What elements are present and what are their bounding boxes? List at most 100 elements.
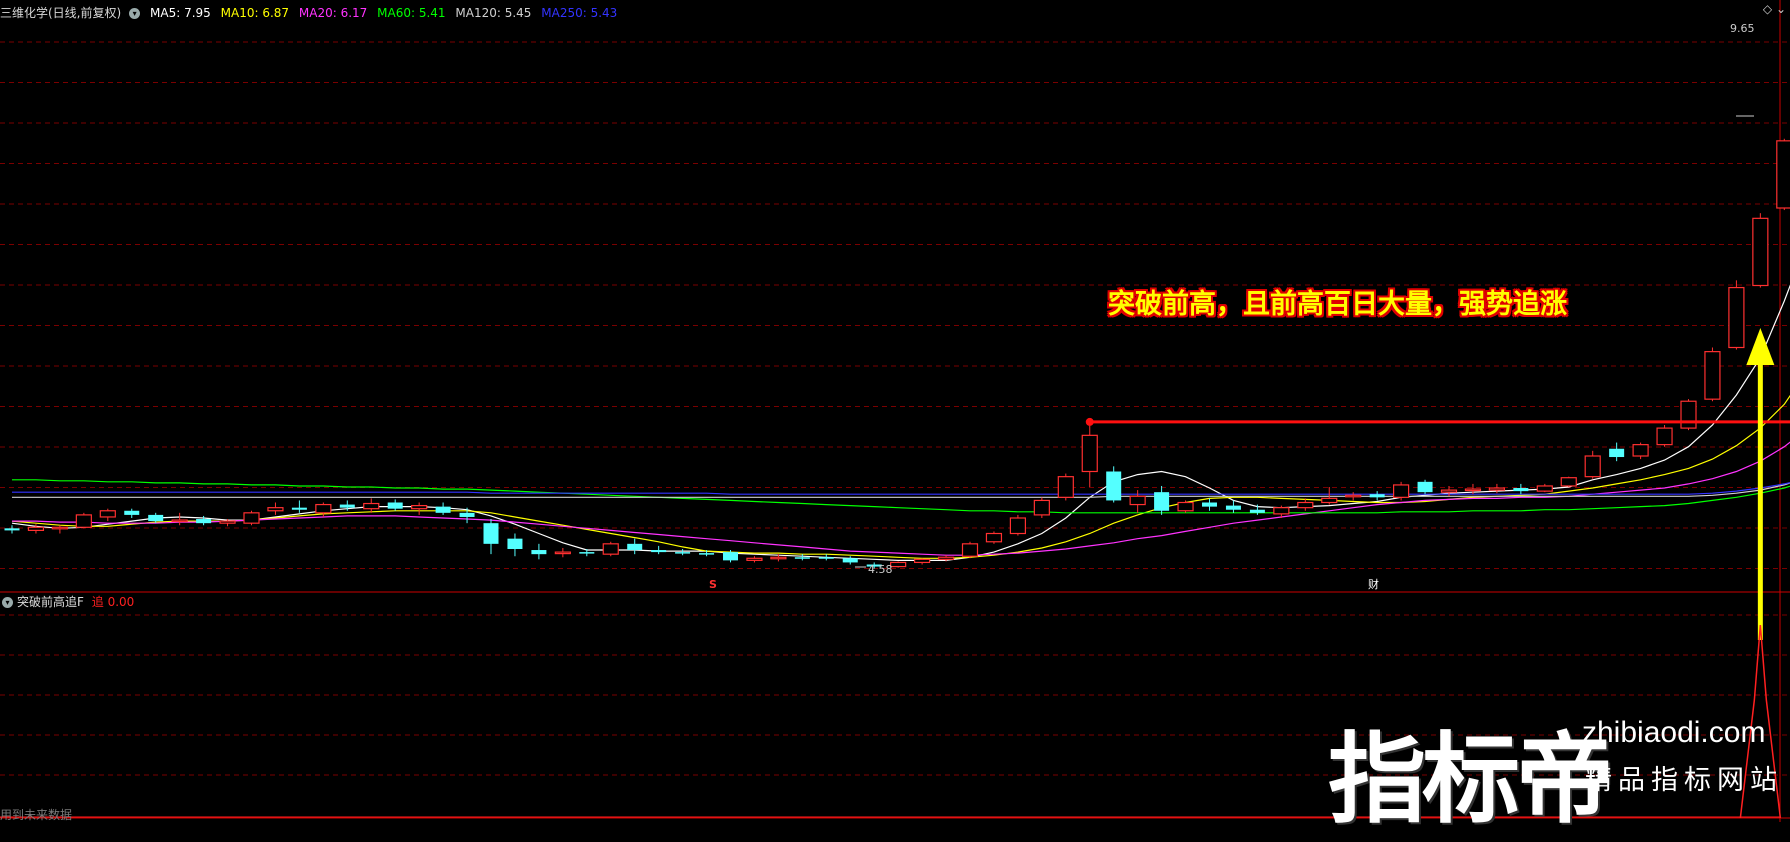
candle-body	[1609, 449, 1624, 457]
indicator-series-label: 追	[92, 595, 104, 609]
chevron-down-icon[interactable]: ⌄	[1776, 2, 1786, 16]
s-marker: S	[709, 578, 717, 591]
candle-body	[1010, 518, 1025, 534]
prior-high-start-dot	[1086, 418, 1094, 426]
candle-body	[28, 527, 43, 530]
candle-body	[148, 515, 163, 521]
candle-body	[76, 515, 91, 527]
candle-body	[1322, 498, 1337, 502]
candle-body	[1465, 489, 1480, 491]
candle-body	[531, 550, 546, 554]
candle-body	[460, 513, 475, 517]
candle-body	[1442, 490, 1457, 492]
ma5-label: MA5: 7.95	[150, 6, 211, 20]
candle-body	[771, 557, 786, 559]
candle-body	[1657, 428, 1672, 445]
candle-body	[1418, 482, 1433, 492]
watermark-subtitle: 精品指标网站	[1585, 758, 1783, 797]
candle-body	[292, 508, 307, 510]
candle-body	[1082, 435, 1097, 471]
candle-body	[579, 552, 594, 554]
candle-body	[651, 550, 666, 552]
candle-body	[939, 557, 954, 559]
watermark-brand: 指标帝	[1328, 700, 1610, 842]
grid-lines	[0, 0, 1790, 822]
candle-body	[436, 507, 451, 513]
ma120-label: MA120: 5.45	[455, 6, 531, 20]
candle-body	[723, 552, 738, 560]
annotation-overlay	[855, 116, 1790, 640]
candle-body	[172, 520, 187, 522]
candle-body	[555, 552, 570, 554]
candle-body	[1250, 510, 1265, 513]
candle-body	[5, 528, 20, 530]
ma20-label: MA20: 6.17	[299, 6, 367, 20]
candle-body	[364, 504, 379, 509]
candle-body	[1633, 445, 1648, 456]
candle-body	[1058, 477, 1073, 498]
indicator-header: ▾ 突破前高追F 追 0.00	[0, 593, 134, 610]
candle-body	[1681, 401, 1696, 428]
candle-body	[963, 544, 978, 556]
candle-body	[675, 552, 690, 554]
candle-body	[1489, 488, 1504, 490]
candle-body	[1729, 288, 1744, 348]
candle-body	[412, 506, 427, 509]
stock-title[interactable]: 三维化学(日线,前复权)	[0, 6, 121, 20]
candle-body	[1130, 496, 1145, 504]
candle-body	[1537, 486, 1552, 491]
candle-body	[1513, 488, 1528, 491]
breakout-annotation: 突破前高，且前高百日大量，强势追涨	[1108, 282, 1567, 321]
candle-body	[196, 519, 211, 523]
candle-body	[1585, 456, 1600, 477]
dropdown-circle-icon[interactable]: ▾	[2, 597, 13, 608]
candle-body	[1226, 506, 1241, 510]
candle-body	[1394, 485, 1409, 497]
candle-body	[1705, 352, 1720, 400]
candle-body	[1274, 508, 1289, 514]
candle-body	[100, 511, 115, 517]
candle-body	[316, 505, 331, 513]
candle-body	[1370, 494, 1385, 497]
candle-body	[1106, 472, 1121, 501]
candle-body	[1753, 218, 1768, 285]
cai-marker: 财	[1368, 576, 1379, 592]
candle-body	[268, 508, 283, 511]
dropdown-circle-icon[interactable]: ▾	[129, 8, 140, 19]
candle-body	[52, 527, 67, 529]
ma60-label: MA60: 5.41	[377, 6, 445, 20]
candle-body	[220, 521, 235, 523]
candle-body	[915, 559, 930, 562]
candle-body	[484, 523, 499, 544]
corner-controls: ◇ ⌄	[1763, 2, 1786, 16]
candle-body	[1298, 503, 1313, 508]
candle-body	[699, 553, 714, 555]
indicator-value: 0.00	[108, 595, 135, 609]
candle-body	[891, 562, 906, 566]
ma10-label: MA10: 6.87	[221, 6, 289, 20]
diamond-icon[interactable]: ◇	[1763, 2, 1772, 16]
candle-body	[1034, 500, 1049, 514]
candle-body	[747, 558, 762, 560]
ma10-line	[12, 369, 1790, 558]
candle-body	[1178, 503, 1193, 511]
candle-body	[819, 557, 834, 559]
candle-body	[1202, 503, 1217, 507]
indicator-name[interactable]: 突破前高追F	[17, 595, 84, 609]
chart-stage: 三维化学(日线,前复权) ▾ MA5: 7.95 MA10: 6.87 MA20:…	[0, 0, 1790, 822]
candle-body	[843, 558, 858, 562]
ma250-line	[12, 479, 1790, 495]
candle-body	[986, 534, 1001, 542]
main-chart-header: 三维化学(日线,前复权) ▾ MA5: 7.95 MA10: 6.87 MA20:…	[0, 4, 623, 20]
candle-body	[1154, 492, 1169, 511]
watermark-url: zhibiaodi.com	[1582, 716, 1765, 750]
candle-body	[1561, 478, 1576, 486]
low-price-label: 4.58	[868, 563, 893, 576]
candle-body	[1777, 141, 1790, 208]
kline-chart[interactable]	[0, 0, 1790, 822]
candle-body	[603, 544, 618, 554]
candle-body	[340, 505, 355, 508]
candle-body	[1346, 495, 1361, 497]
ma250-label: MA250: 5.43	[541, 6, 617, 20]
candle-body	[244, 513, 259, 523]
